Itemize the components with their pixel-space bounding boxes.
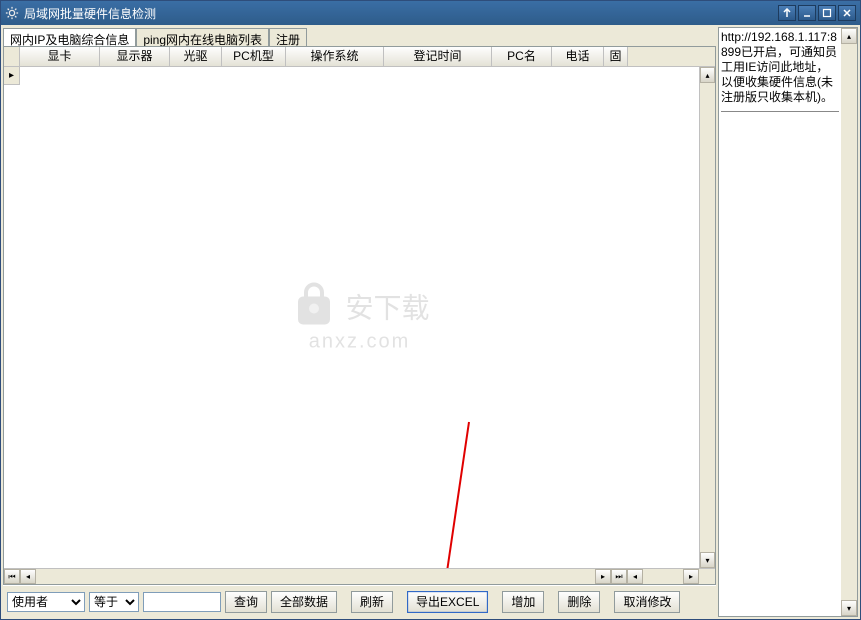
nav-first-icon[interactable]: ⏮	[4, 569, 20, 584]
info-text: http://192.168.1.117:8899已开启，可通知员工用IE访问此…	[721, 30, 855, 105]
all-data-button[interactable]: 全部数据	[271, 591, 337, 613]
filter-value-input[interactable]	[143, 592, 221, 612]
tab-2[interactable]: 注册	[269, 28, 307, 47]
refresh-button[interactable]: 刷新	[351, 591, 393, 613]
tab-bar: 网内IP及电脑综合信息ping网内在线电脑列表注册	[3, 27, 716, 47]
bottom-toolbar: 使用者 等于 查询 全部数据 刷新 导出EXCEL 增加 删除 取消修改	[3, 585, 716, 617]
grid-corner	[4, 47, 20, 66]
col-header-7[interactable]: 电话	[552, 47, 604, 66]
grid-header: 显卡显示器光驱PC机型操作系统登记时间PC名电话固	[4, 47, 715, 67]
close-button[interactable]	[838, 5, 856, 21]
col-header-4[interactable]: 操作系统	[286, 47, 384, 66]
cancel-edit-button[interactable]: 取消修改	[614, 591, 680, 613]
col-header-3[interactable]: PC机型	[222, 47, 286, 66]
info-divider	[721, 111, 839, 112]
nav-next-icon[interactable]: ▸	[595, 569, 611, 584]
left-pane: 网内IP及电脑综合信息ping网内在线电脑列表注册 显卡显示器光驱PC机型操作系…	[3, 27, 716, 617]
window-controls	[778, 5, 856, 21]
data-grid: 显卡显示器光驱PC机型操作系统登记时间PC名电话固 ▸ 安下载 anxz.com	[3, 46, 716, 585]
col-header-5[interactable]: 登记时间	[384, 47, 492, 66]
info-scroll-track[interactable]	[841, 44, 857, 600]
delete-button[interactable]: 删除	[558, 591, 600, 613]
filter-op-select[interactable]: 等于	[89, 592, 139, 612]
tab-0[interactable]: 网内IP及电脑综合信息	[3, 28, 136, 47]
scroll-up-icon[interactable]: ▴	[700, 67, 715, 83]
scroll-left-icon[interactable]: ◂	[627, 569, 643, 584]
scroll-track[interactable]	[700, 83, 715, 552]
col-header-6[interactable]: PC名	[492, 47, 552, 66]
app-window: 局域网批量硬件信息检测 网内IP及电脑综合信息ping网内在线电脑列表注册 显卡…	[0, 0, 861, 620]
grid-corner-br	[699, 569, 715, 584]
info-scroll-down-icon[interactable]: ▾	[841, 600, 857, 616]
nav-last-icon[interactable]: ⏭	[611, 569, 627, 584]
col-header-1[interactable]: 显示器	[100, 47, 170, 66]
col-header-8[interactable]: 固	[604, 47, 628, 66]
info-scroll-up-icon[interactable]: ▴	[841, 28, 857, 44]
arrow-annotation	[414, 417, 474, 568]
tab-1[interactable]: ping网内在线电脑列表	[136, 28, 269, 47]
info-scrollbar[interactable]: ▴ ▾	[841, 28, 857, 616]
nav-prev-icon[interactable]: ◂	[20, 569, 36, 584]
gear-icon	[5, 6, 19, 20]
info-panel: http://192.168.1.117:8899已开启，可通知员工用IE访问此…	[718, 27, 858, 617]
row-indicator-icon: ▸	[4, 67, 20, 85]
grid-body[interactable]: ▸ 安下载 anxz.com ▴	[4, 67, 715, 568]
maximize-button[interactable]	[818, 5, 836, 21]
watermark: 安下载 anxz.com	[289, 282, 429, 353]
watermark-text2: anxz.com	[289, 330, 429, 353]
vertical-scrollbar[interactable]: ▴ ▾	[699, 67, 715, 568]
help-button[interactable]	[778, 5, 796, 21]
scroll-down-icon[interactable]: ▾	[700, 552, 715, 568]
body-area: 网内IP及电脑综合信息ping网内在线电脑列表注册 显卡显示器光驱PC机型操作系…	[1, 25, 860, 619]
export-excel-button[interactable]: 导出EXCEL	[407, 591, 488, 613]
watermark-text1: 安下载	[345, 286, 429, 326]
hscroll-spacer	[643, 569, 683, 584]
window-title: 局域网批量硬件信息检测	[24, 5, 778, 22]
col-header-2[interactable]: 光驱	[170, 47, 222, 66]
col-header-0[interactable]: 显卡	[20, 47, 100, 66]
filter-field-select[interactable]: 使用者	[7, 592, 85, 612]
titlebar: 局域网批量硬件信息检测	[1, 1, 860, 25]
horizontal-scrollbar[interactable]: ⏮ ◂ ▸ ⏭ ◂ ▸	[4, 568, 715, 584]
hscroll-track[interactable]	[36, 569, 595, 584]
scroll-right-icon[interactable]: ▸	[683, 569, 699, 584]
add-button[interactable]: 增加	[502, 591, 544, 613]
minimize-button[interactable]	[798, 5, 816, 21]
query-button[interactable]: 查询	[225, 591, 267, 613]
